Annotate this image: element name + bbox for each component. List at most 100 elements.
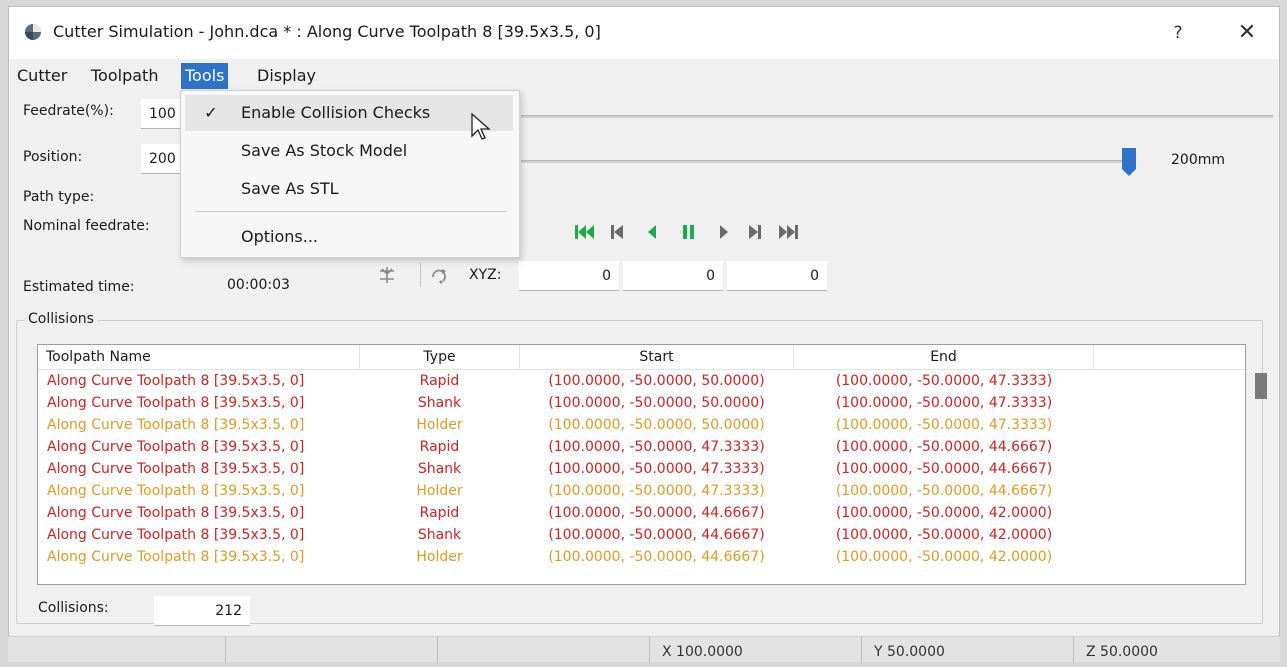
status-segment-3 bbox=[438, 637, 650, 663]
status-y: Y 50.0000 bbox=[862, 637, 1074, 663]
cell-type: Shank bbox=[417, 461, 462, 477]
xyz-label: XYZ: bbox=[469, 267, 502, 283]
collisions-count-label: Collisions: bbox=[38, 600, 109, 616]
cell-toolpath-name: Along Curve Toolpath 8 [39.5x3.5, 0] bbox=[47, 439, 305, 455]
help-button[interactable]: ? bbox=[1161, 18, 1195, 48]
cell-toolpath-name: Along Curve Toolpath 8 [39.5x3.5, 0] bbox=[47, 373, 305, 389]
menu-item-label: Enable Collision Checks bbox=[241, 103, 431, 122]
step-back-icon[interactable] bbox=[611, 225, 623, 239]
position-slider-thumb[interactable] bbox=[1121, 147, 1137, 177]
close-button[interactable]: ✕ bbox=[1227, 18, 1267, 48]
cell-type: Rapid bbox=[419, 373, 460, 389]
y-coordinate-input[interactable]: 0 bbox=[623, 261, 723, 291]
menu-item-label: Options... bbox=[241, 227, 318, 246]
rotate-view-icon[interactable] bbox=[429, 265, 449, 285]
tools-menu-dropdown: ✓ Enable Collision Checks Save As Stock … bbox=[180, 90, 520, 258]
position-readout: 200mm bbox=[1171, 152, 1225, 168]
collisions-group-title: Collisions bbox=[24, 311, 98, 327]
cell-end: (100.0000, -50.0000, 42.0000) bbox=[835, 505, 1053, 521]
x-coordinate-input[interactable]: 0 bbox=[519, 261, 619, 291]
pause-icon[interactable] bbox=[683, 225, 694, 239]
cell-start: (100.0000, -50.0000, 50.0000) bbox=[548, 373, 765, 389]
play-reverse-icon[interactable] bbox=[648, 225, 656, 239]
cell-start: (100.0000, -50.0000, 47.3333) bbox=[548, 439, 765, 455]
cell-type: Rapid bbox=[419, 505, 460, 521]
cell-start: (100.0000, -50.0000, 47.3333) bbox=[548, 483, 765, 499]
feedrate-label: Feedrate(%): bbox=[23, 103, 114, 119]
status-bar: X 100.0000 Y 50.0000 Z 50.0000 bbox=[8, 636, 1280, 663]
cell-end: (100.0000, -50.0000, 47.3333) bbox=[835, 417, 1053, 433]
menu-tools[interactable]: Tools bbox=[181, 63, 229, 89]
nominal-feedrate-label: Nominal feedrate: bbox=[23, 218, 150, 234]
table-row[interactable]: Along Curve Toolpath 8 [39.5x3.5, 0] Hold… bbox=[38, 546, 1245, 568]
cell-toolpath-name: Along Curve Toolpath 8 [39.5x3.5, 0] bbox=[47, 527, 305, 543]
cell-end: (100.0000, -50.0000, 44.6667) bbox=[835, 439, 1053, 455]
cell-start: (100.0000, -50.0000, 50.0000) bbox=[548, 395, 765, 411]
cell-type: Holder bbox=[416, 417, 463, 433]
status-segment-1 bbox=[8, 637, 226, 663]
cell-type: Holder bbox=[416, 483, 463, 499]
cell-toolpath-name: Along Curve Toolpath 8 [39.5x3.5, 0] bbox=[47, 395, 305, 411]
status-segment-2 bbox=[226, 637, 438, 663]
z-coordinate-input[interactable]: 0 bbox=[727, 261, 827, 291]
cell-end: (100.0000, -50.0000, 42.0000) bbox=[835, 527, 1053, 543]
collisions-count-value: 212 bbox=[154, 596, 250, 626]
cell-start: (100.0000, -50.0000, 50.0000) bbox=[548, 417, 765, 433]
status-z: Z 50.0000 bbox=[1086, 644, 1158, 660]
menu-bar: Cutter Toolpath Tools Display bbox=[9, 63, 1279, 89]
estimated-time-value: 00:00:03 bbox=[227, 277, 290, 293]
table-row[interactable]: Along Curve Toolpath 8 [39.5x3.5, 0] Rapi… bbox=[38, 502, 1245, 524]
table-row[interactable]: Along Curve Toolpath 8 [39.5x3.5, 0] Shan… bbox=[38, 392, 1245, 414]
cell-start: (100.0000, -50.0000, 47.3333) bbox=[548, 461, 765, 477]
mouse-cursor-icon bbox=[471, 112, 491, 140]
title-bar: Cutter Simulation - John.dca * : Along C… bbox=[9, 7, 1279, 59]
position-slider-track[interactable] bbox=[521, 160, 1133, 163]
skip-to-end-icon[interactable] bbox=[779, 225, 798, 239]
column-end[interactable]: End bbox=[794, 345, 1094, 370]
feedrate-slider[interactable] bbox=[521, 115, 1273, 118]
table-row[interactable]: Along Curve Toolpath 8 [39.5x3.5, 0] Shan… bbox=[38, 524, 1245, 546]
menu-display[interactable]: Display bbox=[253, 63, 320, 89]
cell-type: Rapid bbox=[419, 439, 460, 455]
cell-end: (100.0000, -50.0000, 47.3333) bbox=[835, 373, 1053, 389]
path-type-label: Path type: bbox=[23, 189, 95, 205]
toolbar-separator bbox=[420, 263, 421, 287]
check-icon: ✓ bbox=[204, 103, 218, 122]
cell-toolpath-name: Along Curve Toolpath 8 [39.5x3.5, 0] bbox=[47, 549, 305, 565]
estimated-time-label: Estimated time: bbox=[23, 279, 135, 295]
menu-toolpath[interactable]: Toolpath bbox=[87, 63, 162, 89]
menu-cutter[interactable]: Cutter bbox=[13, 63, 71, 89]
window-title: Cutter Simulation - John.dca * : Along C… bbox=[53, 22, 601, 41]
cell-start: (100.0000, -50.0000, 44.6667) bbox=[548, 549, 765, 565]
collisions-table: Toolpath Name Type Start End Along Curve… bbox=[37, 344, 1246, 585]
cell-toolpath-name: Along Curve Toolpath 8 [39.5x3.5, 0] bbox=[47, 461, 305, 477]
menu-item-options[interactable]: Options... bbox=[185, 219, 513, 255]
cell-type: Shank bbox=[417, 395, 462, 411]
transport-controls bbox=[573, 221, 825, 243]
menu-item-save-as-stl[interactable]: Save As STL bbox=[185, 171, 513, 207]
column-type[interactable]: Type bbox=[360, 345, 520, 370]
play-icon[interactable] bbox=[720, 225, 728, 239]
table-row[interactable]: Along Curve Toolpath 8 [39.5x3.5, 0] Rapi… bbox=[38, 436, 1245, 458]
status-x: X 100.0000 bbox=[650, 637, 862, 663]
table-row[interactable]: Along Curve Toolpath 8 [39.5x3.5, 0] Hold… bbox=[38, 414, 1245, 436]
table-row[interactable]: Along Curve Toolpath 8 [39.5x3.5, 0] Shan… bbox=[38, 458, 1245, 480]
cell-end: (100.0000, -50.0000, 42.0000) bbox=[835, 549, 1053, 565]
table-scrollbar-thumb[interactable] bbox=[1255, 373, 1267, 399]
menu-item-enable-collision-checks[interactable]: ✓ Enable Collision Checks bbox=[185, 95, 513, 131]
cell-toolpath-name: Along Curve Toolpath 8 [39.5x3.5, 0] bbox=[47, 483, 305, 499]
step-forward-icon[interactable] bbox=[749, 225, 761, 239]
cell-toolpath-name: Along Curve Toolpath 8 [39.5x3.5, 0] bbox=[47, 417, 305, 433]
column-toolpath-name[interactable]: Toolpath Name bbox=[38, 345, 360, 370]
column-start[interactable]: Start bbox=[520, 345, 794, 370]
cell-type: Holder bbox=[416, 549, 463, 565]
menu-item-save-as-stock-model[interactable]: Save As Stock Model bbox=[185, 133, 513, 169]
axis-align-icon[interactable] bbox=[377, 265, 397, 285]
table-row[interactable]: Along Curve Toolpath 8 [39.5x3.5, 0] Rapi… bbox=[38, 370, 1245, 392]
cell-start: (100.0000, -50.0000, 44.6667) bbox=[548, 527, 765, 543]
cell-end: (100.0000, -50.0000, 47.3333) bbox=[835, 395, 1053, 411]
table-header: Toolpath Name Type Start End bbox=[38, 345, 1245, 370]
skip-to-start-icon[interactable] bbox=[575, 225, 594, 239]
cell-start: (100.0000, -50.0000, 44.6667) bbox=[548, 505, 765, 521]
table-row[interactable]: Along Curve Toolpath 8 [39.5x3.5, 0] Hold… bbox=[38, 480, 1245, 502]
